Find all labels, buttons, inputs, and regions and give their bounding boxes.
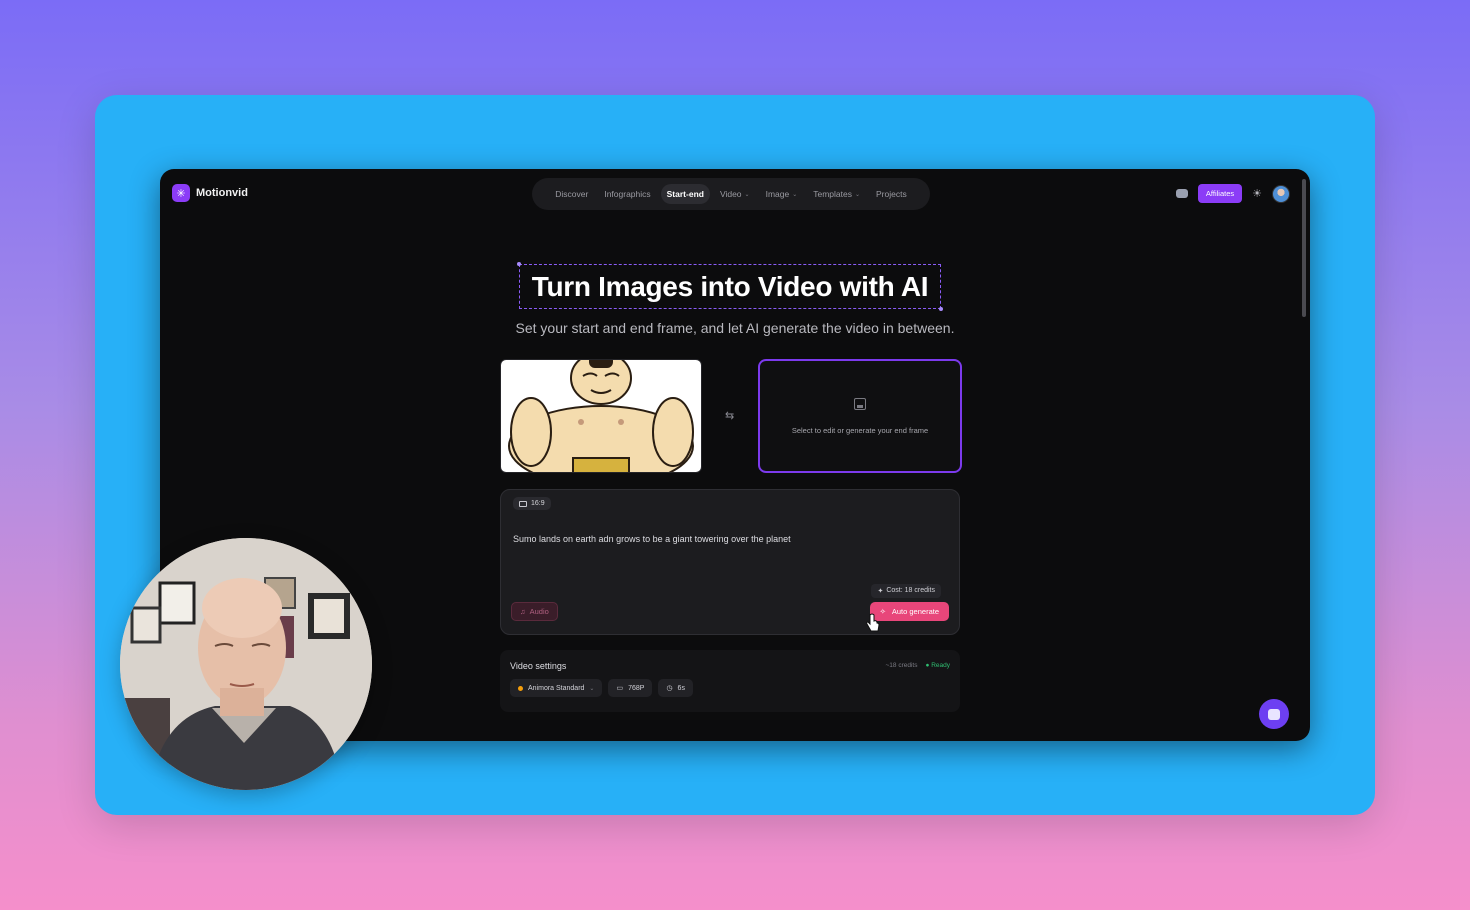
motionvid-logo-icon: ✳ <box>172 184 190 202</box>
aspect-ratio-icon <box>519 500 527 507</box>
ready-status: ● Ready <box>925 662 950 669</box>
audio-icon: ♫ <box>520 607 526 616</box>
brand-name: Motionvid <box>196 187 248 199</box>
nav-label: Projects <box>876 189 907 199</box>
theme-toggle-icon[interactable]: ☀ <box>1252 187 1262 200</box>
nav-discover[interactable]: Discover <box>549 184 594 204</box>
end-frame[interactable]: Select to edit or generate your end fram… <box>758 359 962 473</box>
clock-icon: ◷ <box>666 685 673 692</box>
webcam-overlay <box>120 538 372 790</box>
video-settings-title: Video settings <box>510 661 567 671</box>
nav-video[interactable]: Video ⌄ <box>714 184 756 204</box>
nav-label: Image <box>765 189 790 199</box>
image-icon <box>854 397 866 410</box>
nav-label: Infographics <box>604 189 651 199</box>
prompt-card: 16:9 Sumo lands on earth adn grows to be… <box>500 489 960 635</box>
resolution-label: 768P <box>628 684 645 692</box>
nav-label: Video <box>719 189 742 199</box>
presenter-video <box>120 538 372 790</box>
chevron-down-icon: ⌄ <box>854 191 861 198</box>
chat-support-button[interactable] <box>1259 699 1289 729</box>
aspect-ratio-value: 16:9 <box>531 500 545 507</box>
audio-button[interactable]: ♫ Audio <box>511 602 558 621</box>
chevron-down-icon: ⌄ <box>744 191 750 198</box>
affiliates-button[interactable]: Affiliates <box>1197 184 1243 203</box>
duration-label: 6s <box>677 684 685 692</box>
model-dot-icon <box>518 685 523 691</box>
start-frame[interactable] <box>500 359 702 473</box>
title-selection-box[interactable]: Turn Images into Video with AI <box>517 262 943 311</box>
settings-status: ~18 credits ● Ready <box>885 662 950 669</box>
page-subtitle: Set your start and end frame, and let AI… <box>515 320 955 336</box>
duration-selector[interactable]: ◷ 6s <box>658 679 693 697</box>
nav-label: Templates <box>813 189 852 199</box>
chat-icon <box>1268 708 1280 720</box>
top-nav: Discover Infographics Start-end Video ⌄ I… <box>532 178 930 210</box>
ready-label: Ready <box>931 662 950 669</box>
nav-projects[interactable]: Projects <box>870 184 913 204</box>
audio-label: Audio <box>529 607 549 616</box>
nav-label: Discover <box>555 189 589 199</box>
nav-image[interactable]: Image ⌄ <box>760 184 804 204</box>
cost-badge: ✦ Cost: 18 credits <box>871 584 941 598</box>
model-label: Animora Standard <box>528 684 585 692</box>
settings-row: Animora Standard ⌄ ▭ 768P ◷ 6s <box>510 679 693 697</box>
chevron-down-icon: ⌄ <box>589 685 595 692</box>
resolution-selector[interactable]: ▭ 768P <box>608 679 653 697</box>
avatar[interactable] <box>1272 184 1290 203</box>
discord-icon[interactable] <box>1175 189 1188 198</box>
model-selector[interactable]: Animora Standard ⌄ <box>510 679 603 697</box>
nav-templates[interactable]: Templates ⌄ <box>807 184 866 204</box>
auto-generate-button[interactable]: ✧ Auto generate <box>869 602 949 621</box>
scrollbar[interactable] <box>1302 179 1306 317</box>
hand-cursor-icon <box>866 613 880 632</box>
aspect-ratio-selector[interactable]: 16:9 <box>513 497 551 510</box>
page-title: Turn Images into Video with AI <box>531 270 929 302</box>
magic-wand-icon: ✧ <box>879 607 886 616</box>
generate-label: Auto generate <box>891 607 939 616</box>
cost-label: Cost: 18 credits <box>886 587 935 594</box>
end-frame-label: Select to edit or generate your end fram… <box>791 425 929 435</box>
sumo-illustration <box>501 360 701 472</box>
nav-infographics[interactable]: Infographics <box>598 184 656 204</box>
chevron-down-icon: ⌄ <box>792 191 798 198</box>
credits-estimate: ~18 credits <box>885 662 918 669</box>
sparkle-icon: ✦ <box>877 588 884 595</box>
monitor-icon: ▭ <box>616 685 624 692</box>
nav-start-end[interactable]: Start-end <box>660 184 710 204</box>
swap-frames-icon[interactable]: ⇆ <box>725 409 734 422</box>
prompt-input[interactable]: Sumo lands on earth adn grows to be a gi… <box>513 534 943 544</box>
brand-logo[interactable]: ✳ Motionvid <box>172 184 248 202</box>
nav-label: Start-end <box>666 189 704 199</box>
video-settings-card: Video settings ~18 credits ● Ready Animo… <box>500 650 960 712</box>
header-tools: Affiliates ☀ <box>1175 184 1290 203</box>
